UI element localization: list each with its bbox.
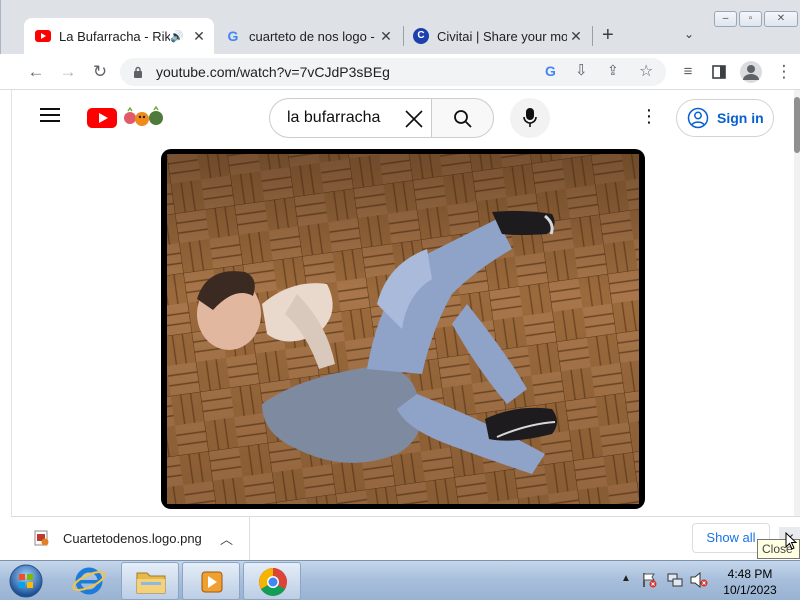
search-icon — [453, 109, 473, 129]
taskbar-internet-explorer[interactable] — [60, 562, 118, 600]
tab-youtube[interactable]: La Bufarracha - Riki 🔊 ✕ — [24, 18, 214, 54]
clock-time: 4:48 PM — [727, 567, 773, 581]
tab-title: La Bufarracha - Riki — [59, 28, 171, 44]
tab-search-chevron-down-icon[interactable]: ⌄ — [684, 27, 694, 41]
start-button[interactable] — [4, 562, 48, 600]
youtube-logo-icon[interactable] — [87, 108, 117, 128]
sign-in-label: Sign in — [717, 110, 764, 126]
audio-playing-icon[interactable]: 🔊 — [170, 30, 184, 43]
browser-toolbar: ← → ↻ youtube.com/watch?v=7vCJdP3sBEg G … — [0, 54, 800, 90]
tab-google[interactable]: G cuarteto de nos logo - ✕ — [217, 18, 401, 54]
profile-avatar-icon[interactable] — [740, 61, 762, 83]
tab-title: Civitai | Share your mod — [437, 28, 567, 44]
download-divider — [249, 517, 250, 561]
bookmark-star-icon[interactable]: ☆ — [639, 61, 653, 81]
restore-button[interactable]: ▫ — [739, 11, 762, 27]
microphone-icon — [523, 107, 537, 129]
google-favicon-icon: G — [227, 28, 239, 44]
show-hidden-icons-chevron-icon[interactable]: ▲ — [621, 573, 631, 584]
chrome-icon — [259, 568, 287, 596]
media-controls-icon[interactable]: ≡ — [676, 60, 700, 84]
new-tab-button[interactable]: + — [602, 24, 614, 47]
youtube-favicon-icon — [35, 30, 51, 42]
internet-explorer-icon — [72, 567, 106, 595]
page-scrollbar[interactable] — [794, 90, 800, 516]
search-query-text[interactable]: la bufarracha — [287, 109, 380, 127]
hamburger-menu-icon[interactable] — [40, 107, 60, 123]
folder-icon — [136, 572, 166, 594]
browser-menu-kebab-icon[interactable]: ⋮ — [772, 60, 796, 84]
tab-title: cuarteto de nos logo - — [249, 28, 375, 44]
side-panel-icon[interactable] — [707, 60, 731, 84]
media-player-icon — [201, 571, 223, 593]
taskbar-file-explorer[interactable] — [121, 562, 179, 600]
network-icon[interactable] — [667, 572, 683, 588]
system-clock[interactable]: 4:48 PM 10/1/2023 — [712, 566, 788, 598]
page-scrollbar-thumb[interactable] — [794, 97, 800, 153]
minimize-button[interactable]: ‒ — [714, 11, 737, 27]
download-bar: Cuartetodenos.logo.png ︿ Show all ✕ — [11, 516, 800, 561]
account-circle-icon — [687, 107, 709, 129]
address-bar[interactable]: youtube.com/watch?v=7vCJdP3sBEg G ⇩ ⇪ ☆ — [120, 58, 666, 86]
search-button[interactable] — [431, 98, 494, 138]
clock-date: 10/1/2023 — [723, 583, 777, 597]
url-text[interactable]: youtube.com/watch?v=7vCJdP3sBEg — [156, 64, 390, 80]
video-player[interactable] — [161, 149, 645, 509]
civitai-favicon-icon: C — [413, 28, 429, 44]
volume-muted-icon[interactable] — [690, 571, 708, 589]
reload-icon[interactable]: ↻ — [88, 60, 112, 84]
google-lens-icon[interactable]: G — [545, 63, 556, 79]
taskbar-media-player[interactable] — [182, 562, 240, 600]
youtube-doodle-logo-icon[interactable] — [122, 105, 166, 129]
tab-close-icon[interactable]: ✕ — [567, 28, 585, 45]
settings-kebab-icon[interactable]: ⋮ — [640, 106, 658, 127]
tab-separator — [592, 26, 593, 46]
back-arrow-icon[interactable]: ← — [24, 60, 48, 84]
window-close-button[interactable]: ✕ — [764, 11, 798, 27]
taskbar-chrome[interactable] — [243, 562, 301, 600]
clear-search-close-icon[interactable] — [404, 109, 424, 129]
forward-arrow-icon[interactable]: → — [56, 60, 80, 84]
tab-close-icon[interactable]: ✕ — [190, 28, 208, 45]
download-file-name[interactable]: Cuartetodenos.logo.png — [63, 531, 202, 546]
taskbar: ▲ 4:48 PM 10/1/2023 — [0, 560, 800, 600]
mouse-cursor-icon — [785, 531, 798, 550]
tab-separator — [403, 26, 404, 46]
tab-strip: ‒ ▫ ✕ La Bufarracha - Riki 🔊 ✕ G cuartet… — [0, 0, 800, 54]
image-file-icon — [34, 530, 50, 546]
download-options-chevron-up-icon[interactable]: ︿ — [220, 529, 233, 548]
tab-civitai[interactable]: C Civitai | Share your mod ✕ — [405, 18, 591, 54]
sign-in-button[interactable]: Sign in — [676, 99, 774, 137]
voice-search-button[interactable] — [510, 98, 550, 138]
share-icon[interactable]: ⇪ — [607, 62, 619, 79]
action-center-flag-icon[interactable] — [641, 572, 657, 588]
video-frame — [167, 154, 639, 504]
youtube-page: la bufarracha ⋮ Sign in — [11, 90, 794, 516]
lock-icon[interactable] — [133, 65, 143, 78]
install-app-icon[interactable]: ⇩ — [575, 61, 588, 79]
tab-close-icon[interactable]: ✕ — [377, 28, 395, 45]
search-input[interactable]: la bufarracha — [269, 98, 431, 138]
